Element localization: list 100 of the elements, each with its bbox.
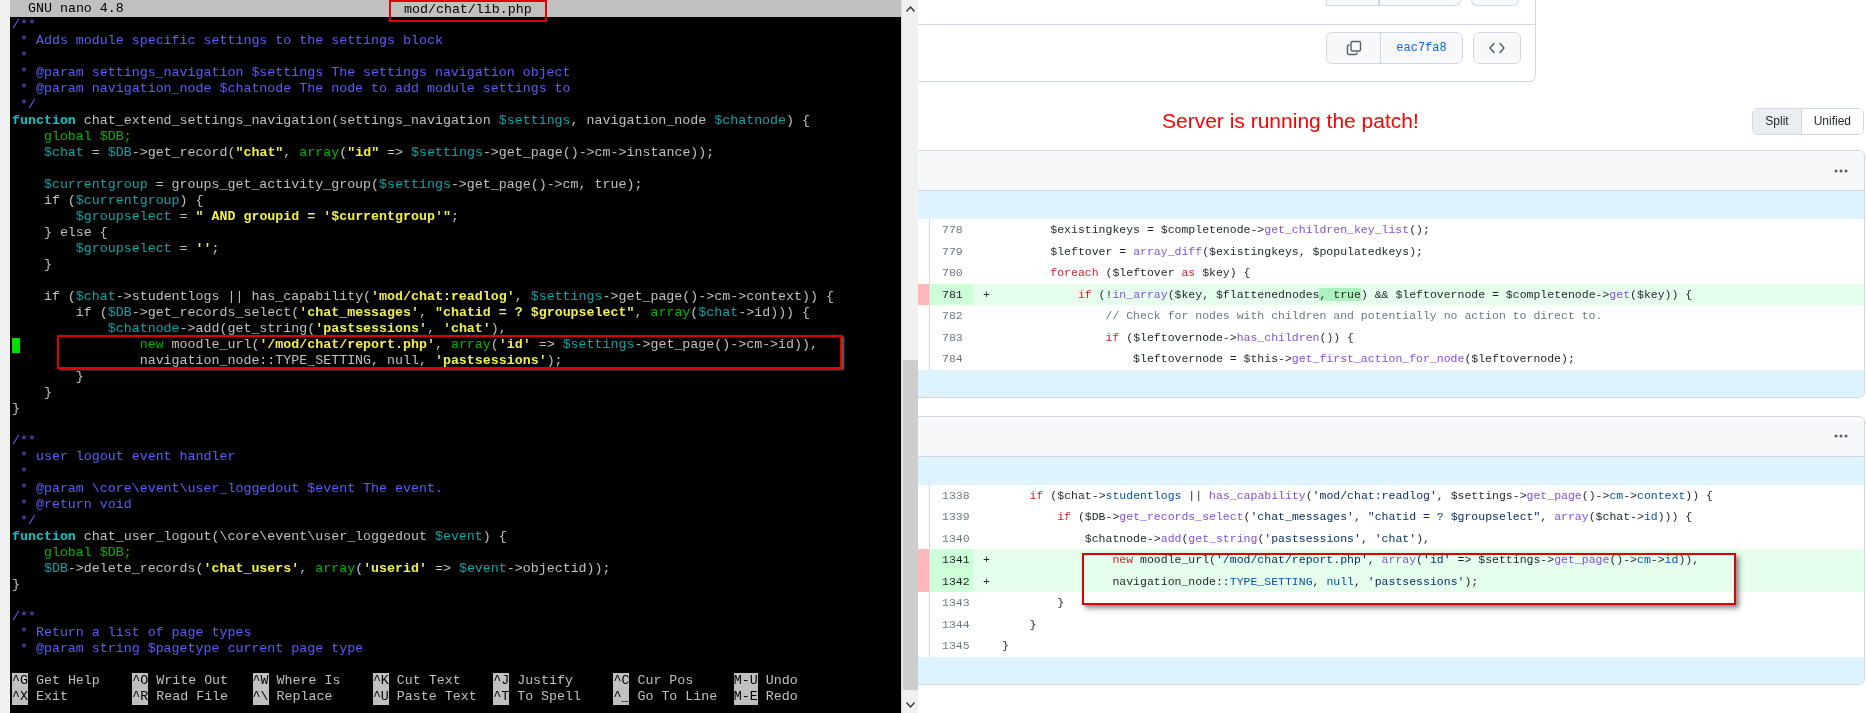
- code-line: */: [18, 97, 36, 112]
- code-line: $chat = $DB->get_record("chat", array("id" => $settings->get_page()->cm->instance));: [42, 145, 715, 160]
- kebab-icon: [1834, 434, 1848, 438]
- shortcut-label: Exit: [35, 689, 68, 705]
- code-line: } else {: [42, 225, 108, 240]
- key-hint: ^X: [12, 689, 28, 705]
- shortcut-label: Read File: [156, 689, 229, 705]
- code-line: /**: [12, 17, 36, 32]
- key-hint: ^J: [493, 673, 510, 689]
- key-hint: ^R: [132, 689, 149, 705]
- added-marker: +: [983, 574, 990, 588]
- shortcut-label: Paste Text: [396, 689, 477, 705]
- code-line: }: [42, 385, 52, 400]
- key-hint: ^_: [613, 689, 630, 705]
- shortcut-label: Replace: [276, 689, 333, 705]
- line-number: 1344: [941, 616, 971, 633]
- more-options-button[interactable]: [1832, 432, 1850, 440]
- code-line: }: [12, 401, 20, 416]
- shortcut-label: To Spell: [517, 689, 581, 705]
- shortcut-label: Write Out: [156, 673, 229, 689]
- code-line: * user logout event handler: [18, 449, 236, 464]
- key-hint: ^\: [252, 689, 269, 705]
- shortcut-label: Justify: [517, 673, 573, 689]
- status-message: Server is running the patch!: [1162, 108, 1419, 134]
- code-line: }: [1056, 595, 1066, 611]
- line-number: 778: [941, 222, 964, 238]
- code-line: navigation_node::TYPE_SETTING, null, 'pastsessions');: [138, 353, 563, 368]
- commit-link[interactable]: eac7fa8: [1380, 33, 1462, 63]
- scrollbar-thumb[interactable]: [902, 360, 918, 690]
- key-hint: ^O: [132, 673, 149, 689]
- line-number: 1340: [941, 530, 971, 547]
- browse-code-button[interactable]: [1474, 33, 1520, 63]
- code-line: }: [42, 257, 52, 272]
- view-toggle-button[interactable]: Split: [1753, 108, 1801, 134]
- line-number: 782: [941, 308, 964, 324]
- line-number: 1339: [941, 509, 971, 525]
- code-line: $leftover = array_diff($existingkeys, $populatedkeys);: [1049, 243, 1424, 260]
- added-marker: +: [983, 553, 990, 566]
- code-line: * @param string $pagetype current page type: [18, 641, 364, 656]
- code-line: }: [1002, 638, 1010, 654]
- copy-icon: [1345, 40, 1362, 56]
- code-line: global $DB;: [42, 545, 132, 560]
- code-line: *: [18, 49, 28, 64]
- shortcut-label: Get Help: [35, 673, 100, 689]
- line-number: 780: [941, 265, 964, 281]
- line-number: 1341: [930, 549, 973, 571]
- code-line: new moodle_url('/mod/chat/report.php', array('id' => $settings->get_page()->cm->id)),: [138, 337, 818, 352]
- key-hint: M-U: [733, 673, 758, 689]
- code-line: $chatnode->add(get_string('pastsessions', 'chat'),: [1083, 530, 1431, 547]
- key-hint: ^U: [372, 689, 389, 705]
- code-line: }: [74, 369, 84, 384]
- key-hint: ^G: [12, 673, 28, 689]
- code-line: $groupselect = '';: [74, 241, 220, 256]
- code-line: if ($DB->get_records_select('chat_messages', "chatid = ? $groupselect", array($chat->id))) {: [1056, 509, 1694, 525]
- line-number: 1342: [930, 570, 973, 592]
- line-number: 784: [941, 351, 964, 367]
- code-line: function chat_extend_settings_navigation(settings_navigation $settings, navigation_node $chatnode) {: [12, 113, 810, 128]
- line-number: 1345: [941, 638, 971, 654]
- app-title: GNU nano 4.8: [28, 0, 124, 16]
- code-line: if ($currentgroup) {: [42, 193, 204, 208]
- code-line: if ($leftovernode->has_children()) {: [1104, 329, 1355, 346]
- code-line: $groupselect = " AND groupid = '$currentgroup'";: [74, 209, 459, 224]
- code-line: $leftovernode = $this->get_first_action_for_node($leftovernode);: [1132, 351, 1576, 367]
- view-toggle-button[interactable]: Unified: [1800, 108, 1863, 134]
- code-line: }: [12, 577, 20, 592]
- line-number: 779: [941, 243, 964, 260]
- code-line: function chat_user_logout(\core\event\user_loggedout $event) {: [12, 529, 507, 544]
- key-hint: ^K: [372, 673, 389, 689]
- shortcut-label: Undo: [765, 673, 798, 689]
- shortcut-label: Redo: [765, 689, 798, 705]
- shortcut-label: Cut Text: [396, 673, 461, 689]
- code-icon: [1489, 42, 1505, 54]
- line-number: 1343: [941, 595, 971, 611]
- line-number: 781: [930, 283, 973, 305]
- code-line: $chatnode->add(get_string('pastsessions', 'chat'),: [106, 321, 507, 336]
- code-line: $currentgroup = groups_get_activity_group($settings->get_page()->cm, true);: [42, 177, 643, 192]
- line-number: 783: [941, 329, 964, 346]
- key-hint: ^T: [493, 689, 510, 705]
- shortcut-label: Where Is: [276, 673, 341, 689]
- code-line: foreach ($leftover as $key) {: [1049, 265, 1252, 281]
- key-hint: ^C: [613, 673, 630, 689]
- code-line: * @return void: [18, 497, 132, 512]
- code-line: if ($chat->studentlogs || has_capability('mod/chat:readlog', $settings->get_page()->cm->context)) {: [1028, 487, 1714, 504]
- shortcut-label: Go To Line: [637, 689, 718, 705]
- line-number: 1338: [941, 487, 971, 504]
- code-line: $DB->delete_records('chat_users', array('userid' => $event->objectid));: [42, 561, 611, 576]
- code-line: if ($chat->studentlogs || has_capability('mod/chat:readlog', $settings->get_page()->cm->context)) {: [42, 289, 834, 304]
- code-line: * Return a list of page types: [18, 625, 252, 640]
- code-line: * @param settings_navigation $settings The settings navigation object: [18, 65, 571, 80]
- shortcut-label: Cur Pos: [637, 673, 694, 689]
- key-hint: ^W: [252, 673, 269, 689]
- kebab-icon: [1834, 168, 1848, 173]
- added-marker: +: [983, 287, 990, 301]
- code-line: /**: [12, 609, 36, 624]
- code-line: if ($DB->get_records_select('chat_messages', "chatid = ? $groupselect", array($chat->id))) {: [74, 305, 811, 320]
- file-name: mod/chat/lib.php: [404, 2, 532, 17]
- code-line: *: [18, 465, 28, 480]
- code-line: * Adds module specific settings to the settings block: [18, 33, 443, 48]
- code-line: }: [1028, 616, 1038, 633]
- code-line: /**: [12, 433, 36, 448]
